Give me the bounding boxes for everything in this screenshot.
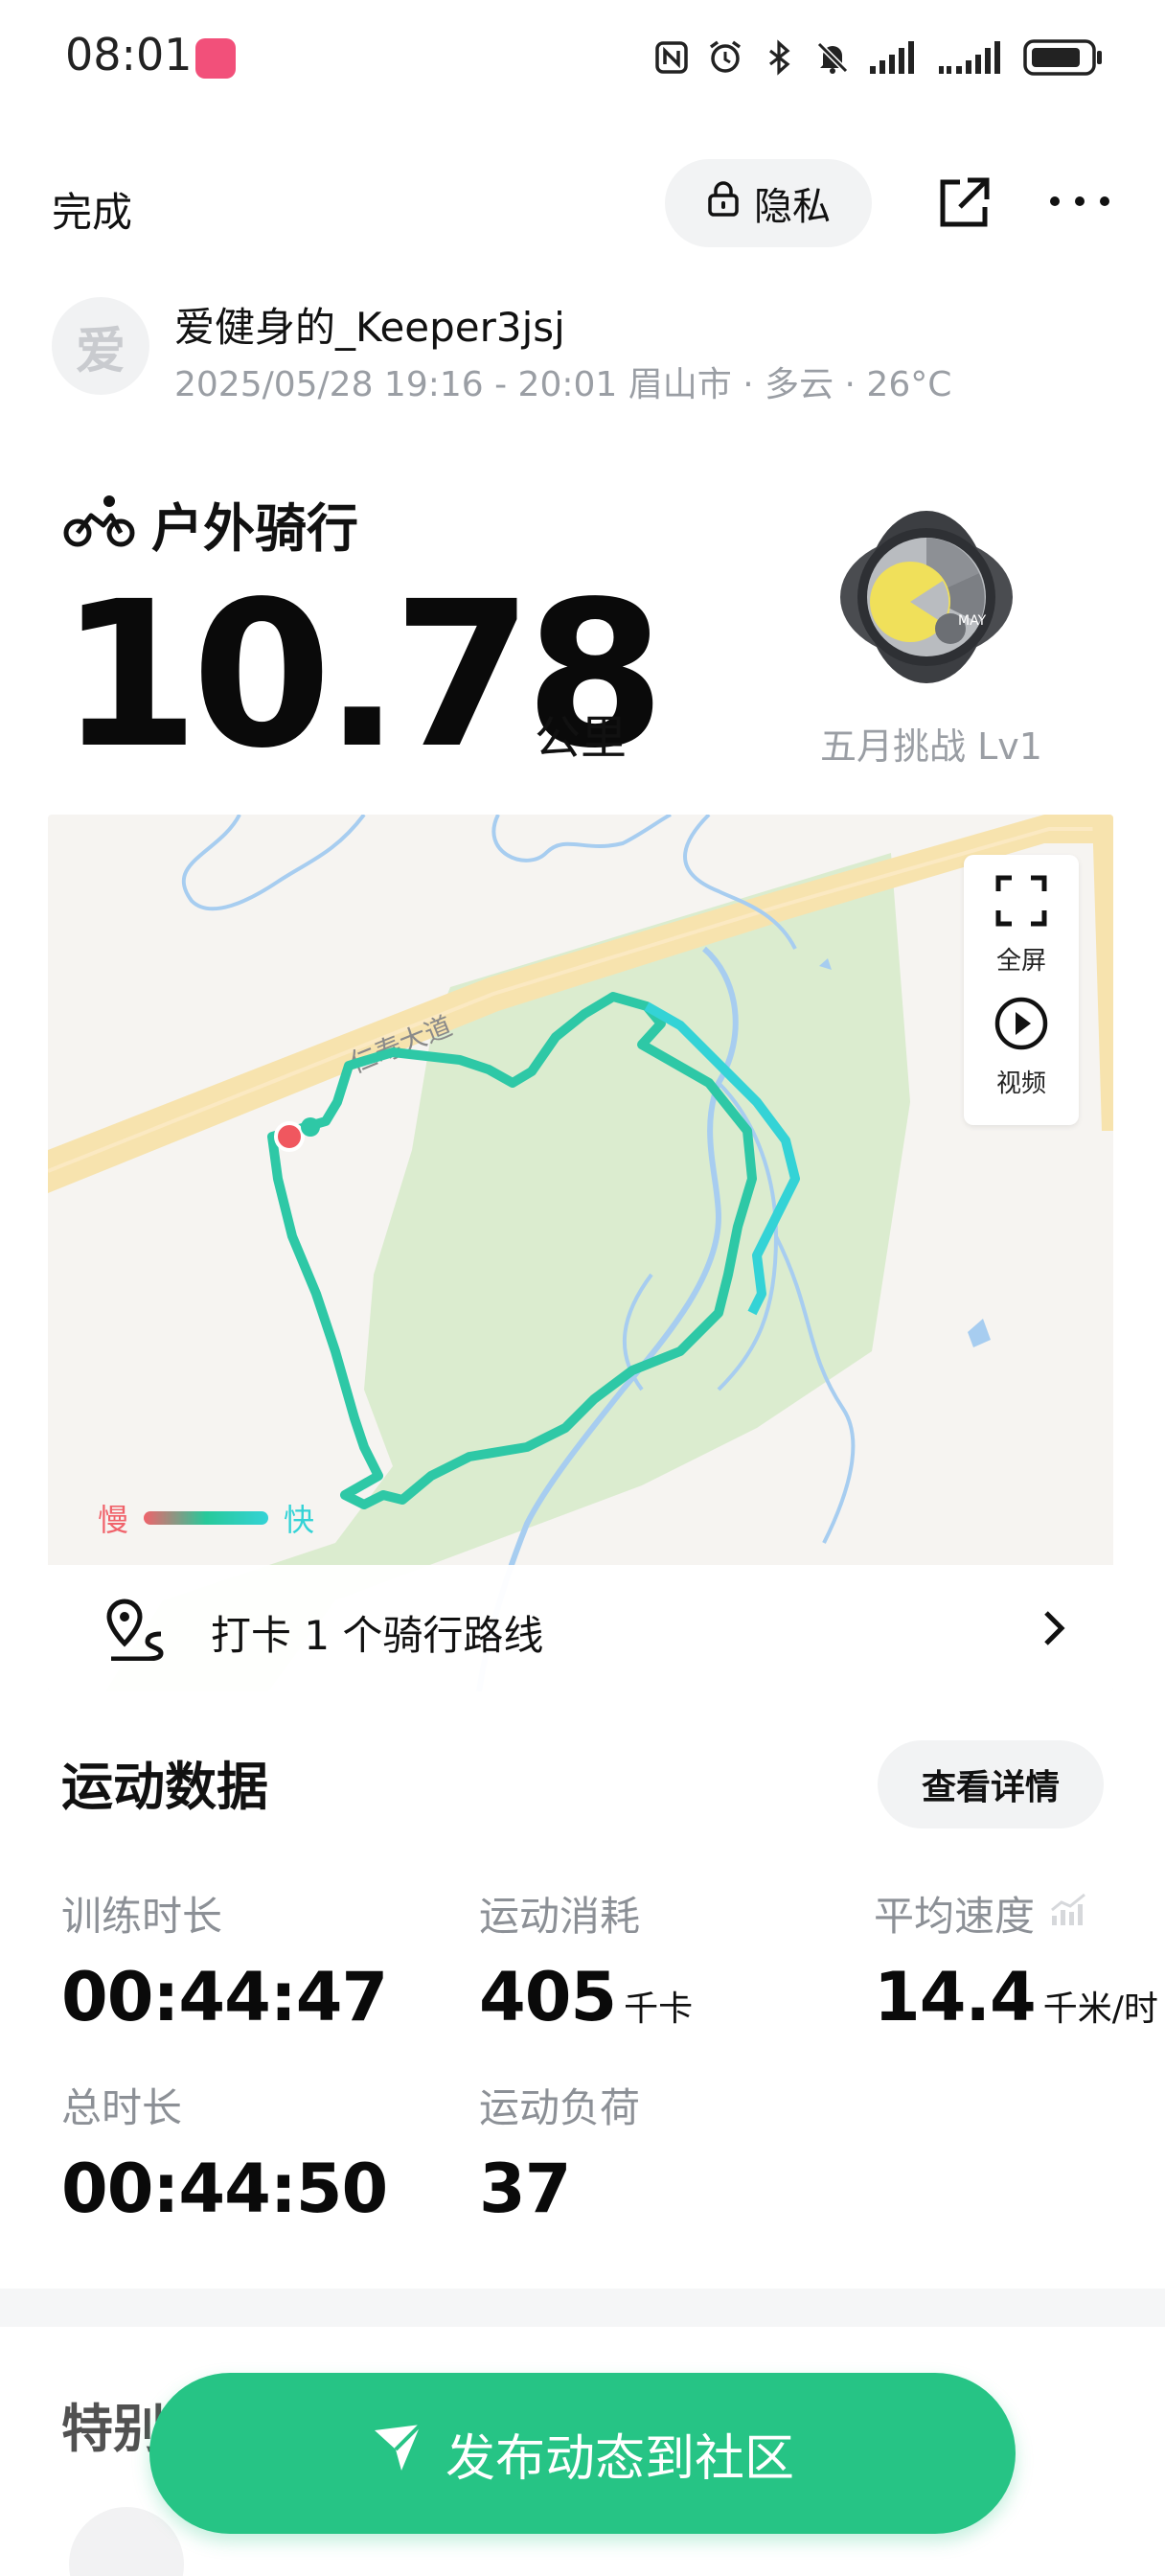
view-details-button[interactable]: 查看详情 (878, 1740, 1104, 1828)
video-play-icon[interactable] (993, 995, 1050, 1052)
video-label[interactable]: 视频 (964, 1064, 1079, 1099)
badge-label: 五月挑战 Lv1 (820, 725, 1042, 768)
bicycle-icon (63, 493, 136, 554)
route-pin-icon (103, 1598, 167, 1661)
route-map[interactable]: 仁寿大道 全屏 视频 慢 快 打卡 1 个骑行路线 (48, 815, 1113, 1691)
fullscreen-label[interactable]: 全屏 (964, 941, 1079, 977)
lock-icon (706, 179, 741, 227)
signal-2-icon (937, 39, 1006, 76)
publish-to-community-button[interactable]: 发布动态到社区 (149, 2373, 1016, 2534)
battery-icon (1023, 39, 1104, 76)
route-checkin-text: 打卡 1 个骑行路线 (211, 1612, 544, 1659)
speed-legend: 慢 快 (98, 1497, 314, 1539)
svg-text:MAY: MAY (958, 613, 987, 629)
special-thumbnail (69, 2507, 184, 2576)
share-icon[interactable] (935, 174, 993, 232)
alarm-icon (707, 39, 743, 76)
legend-fast: 快 (284, 1502, 315, 1538)
privacy-button[interactable]: 隐私 (665, 159, 872, 247)
top-bar: 完成 隐私 (0, 153, 1165, 259)
stat-total-duration: 总时长 00:44:50 (61, 2076, 388, 2228)
stat-label: 运动消耗 (479, 1893, 641, 1940)
stat-label-text: 平均速度 (874, 1893, 1036, 1940)
challenge-badge[interactable]: MAY (835, 506, 1017, 688)
stat-value: 00:44:50 (61, 2150, 388, 2228)
stat-label: 训练时长 (61, 1893, 223, 1940)
stat-calories: 运动消耗 405 千卡 (479, 1884, 693, 2036)
signal-icon (868, 39, 920, 76)
trend-chart-icon (1050, 1890, 1088, 1937)
legend-slow: 慢 (98, 1502, 129, 1538)
mute-icon (814, 39, 851, 76)
chevron-right-icon (1035, 1607, 1073, 1649)
stat-training-duration: 训练时长 00:44:47 (61, 1884, 388, 2036)
stat-value: 00:44:47 (61, 1958, 388, 2036)
nfc-icon (653, 39, 690, 76)
distance-unit: 公里 (535, 711, 628, 765)
user-name[interactable]: 爱健身的_Keeper3jsj (174, 295, 565, 354)
activity-header: 户外骑行 (63, 485, 358, 562)
activity-title: 户外骑行 (151, 497, 358, 559)
stats-section-title: 运动数据 (61, 1757, 268, 1817)
more-icon[interactable] (1046, 182, 1113, 220)
app-notification-icon (195, 38, 236, 79)
stat-label: 运动负荷 (479, 2084, 641, 2131)
map-tools: 全屏 视频 (964, 855, 1079, 1125)
stat-label: 平均速度 (874, 1884, 1158, 1943)
status-time: 08:01 (65, 29, 193, 80)
legend-gradient (144, 1511, 269, 1525)
route-checkin-row[interactable]: 打卡 1 个骑行路线 (48, 1565, 1113, 1691)
stat-unit: 千卡 (624, 1990, 694, 2029)
avatar[interactable]: 爱 (52, 297, 149, 395)
stat-label: 总时长 (61, 2084, 183, 2131)
send-icon (371, 2421, 424, 2487)
done-button[interactable]: 完成 (52, 180, 132, 239)
map-canvas: 仁寿大道 (48, 815, 1113, 1691)
stat-training-load: 运动负荷 37 (479, 2076, 640, 2228)
status-icons (653, 34, 1104, 80)
activity-meta: 2025/05/28 19:16 - 20:01 眉山市 · 多云 · 26°C (174, 365, 952, 404)
privacy-label: 隐私 (754, 185, 831, 229)
stat-unit: 千米/时 (1042, 1990, 1158, 2029)
stat-value: 37 (479, 2150, 571, 2228)
user-info: 爱 爱健身的_Keeper3jsj 2025/05/28 19:16 - 20:… (0, 288, 1165, 412)
fullscreen-icon[interactable] (993, 872, 1050, 930)
stat-value: 405 (479, 1958, 617, 2036)
status-bar: 08:01 (0, 0, 1165, 115)
publish-label: 发布动态到社区 (445, 2429, 794, 2488)
section-divider (0, 2288, 1165, 2327)
stat-value: 14.4 (874, 1958, 1037, 2036)
stat-avg-speed[interactable]: 平均速度 14.4 千米/时 (874, 1884, 1158, 2036)
bluetooth-icon (761, 39, 797, 76)
